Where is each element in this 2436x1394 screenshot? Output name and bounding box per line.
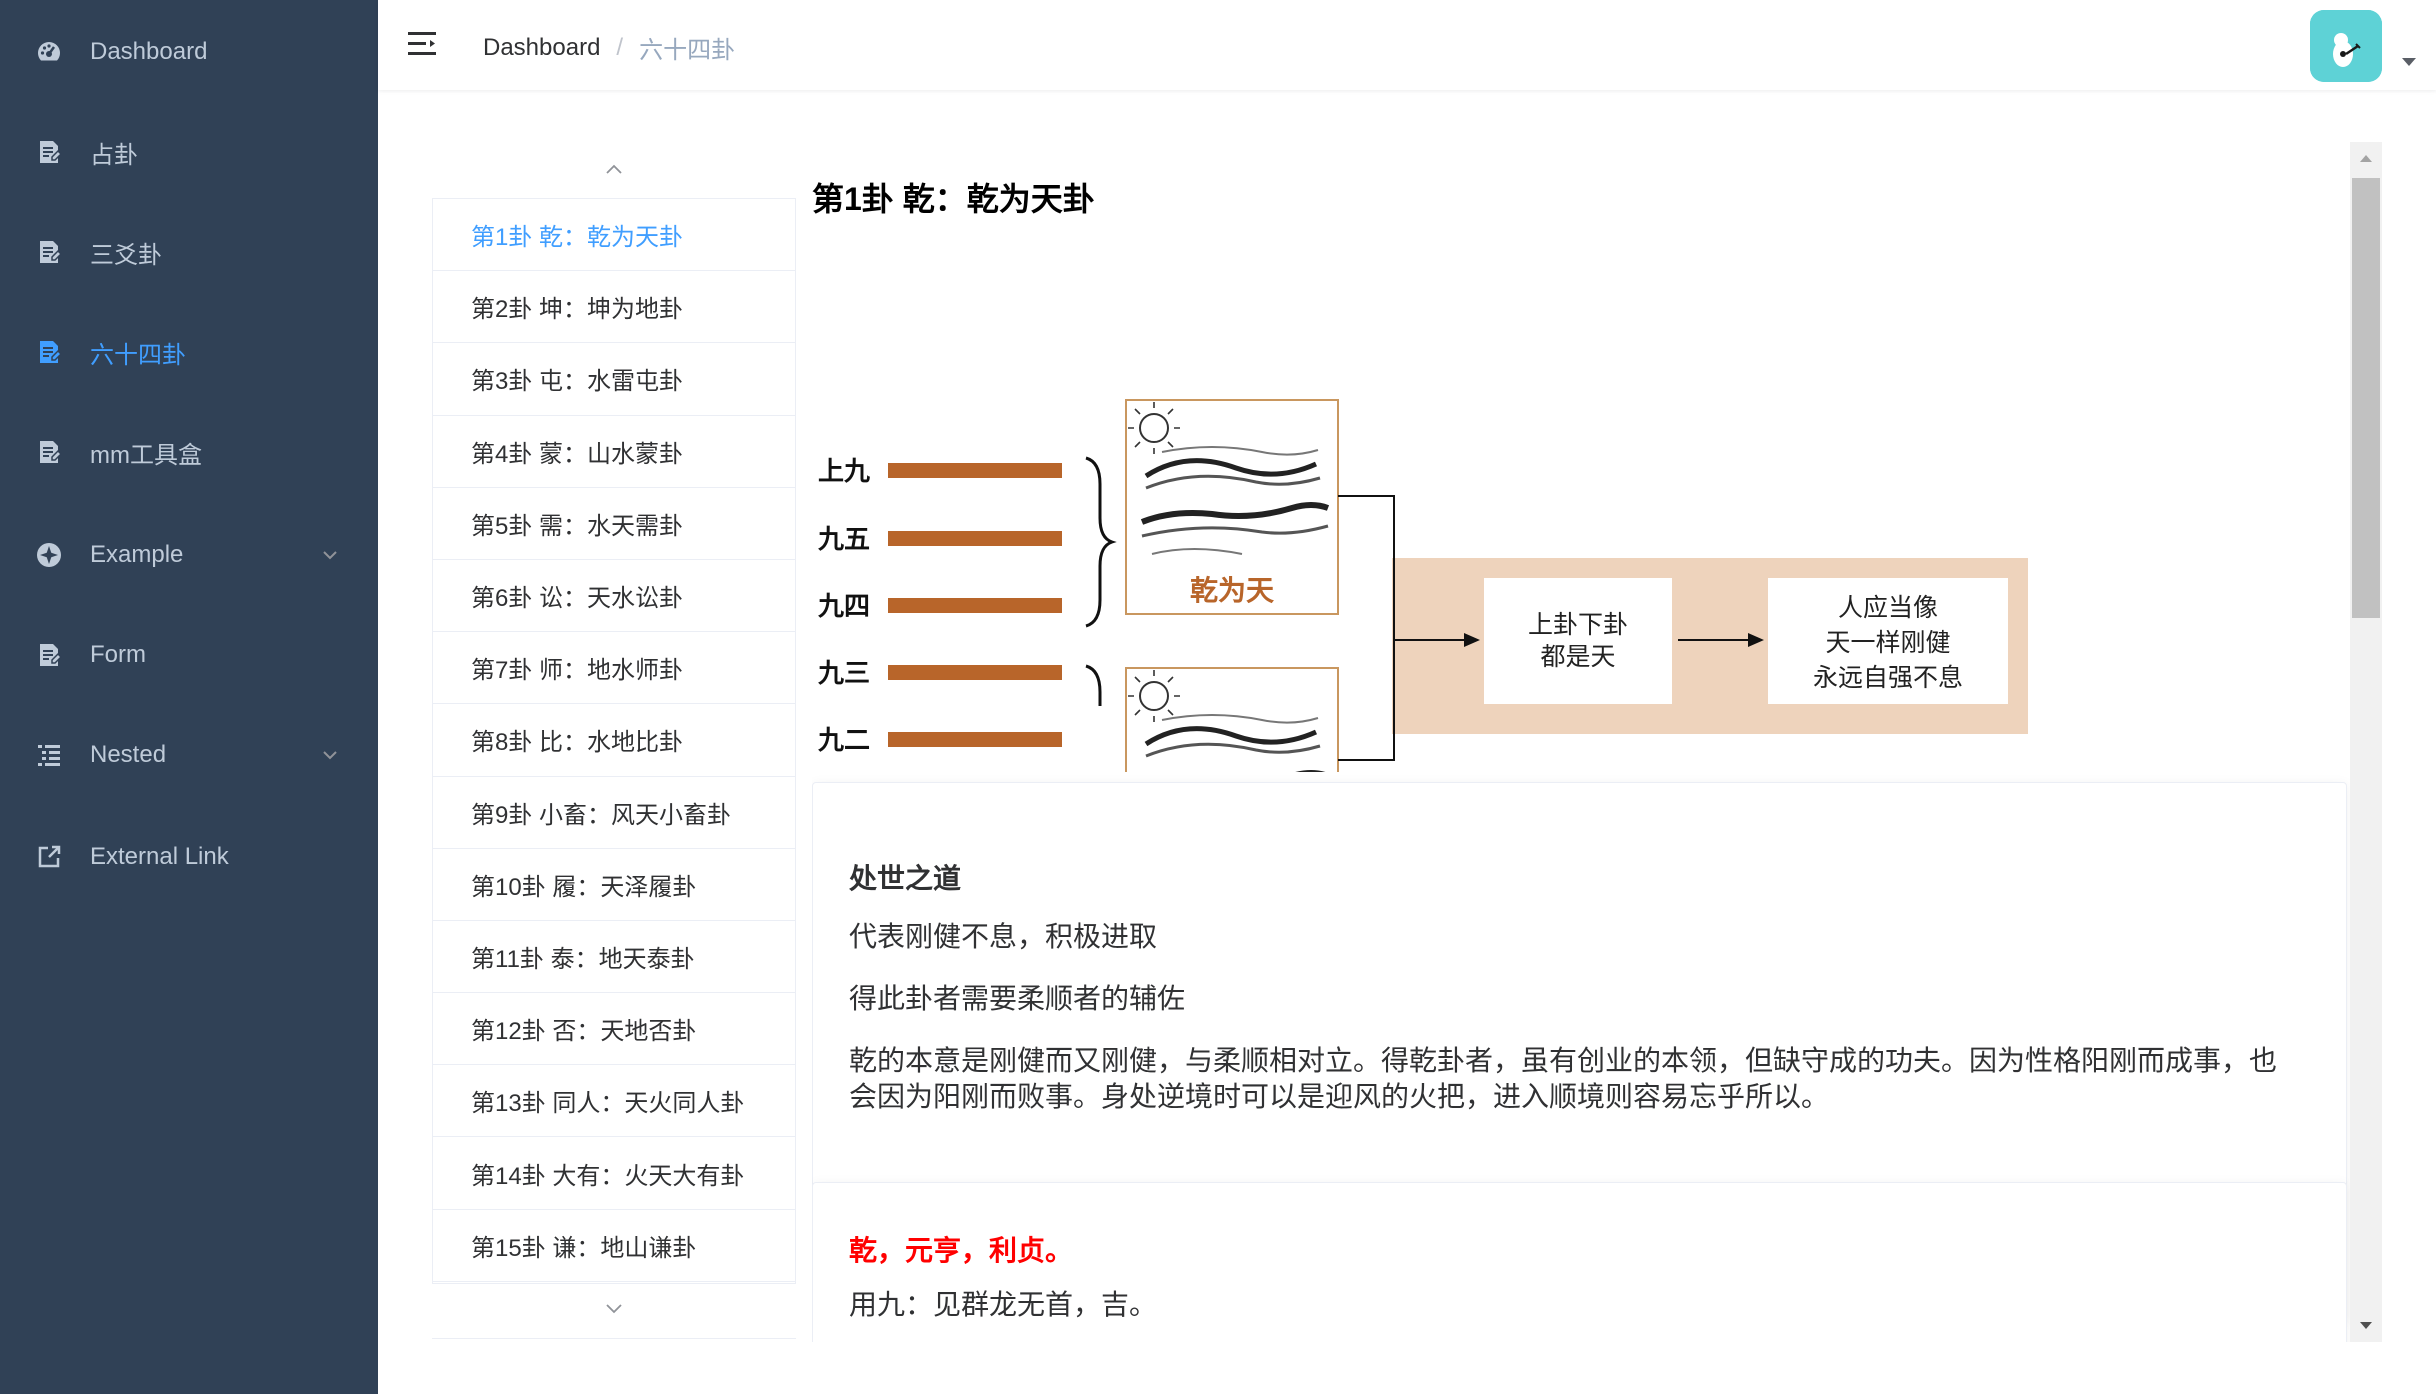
card-paragraph: 得此卦者需要柔顺者的辅佐 <box>849 983 1186 1014</box>
document-icon <box>34 437 64 467</box>
card-paragraph: 代表刚健不息，积极进取 <box>849 921 1158 952</box>
page-title: 第1卦 乾：乾为天卦 <box>812 181 1095 217</box>
card-paragraph: 用九：见群龙无首，吉。 <box>849 1289 1158 1320</box>
hexagram-list-item[interactable]: 第4卦 蒙：山水蒙卦 <box>433 416 795 488</box>
line-label: 上九 <box>818 456 870 486</box>
list-scroll-down-button[interactable] <box>432 1294 796 1324</box>
sidebar-item-liushisigua[interactable]: 六十四卦 <box>0 302 378 402</box>
sidebar-item-label: 三爻卦 <box>90 241 162 269</box>
hexagram-list-item[interactable]: 第1卦 乾：乾为天卦 <box>433 199 795 272</box>
sidebar-item-example[interactable]: Example <box>0 505 378 605</box>
judgment-heading: 乾，元亨，利贞。 <box>849 1235 1074 1266</box>
sidebar-item-label: mm工具盒 <box>90 441 202 469</box>
sidebar-item-external-link[interactable]: External Link <box>0 807 378 907</box>
chevron-down-icon <box>323 751 337 760</box>
sidebar-item-dashboard[interactable]: Dashboard <box>0 2 378 102</box>
moral-box-line: 永远自强不息 <box>1813 664 1963 692</box>
line-label: 九四 <box>817 591 870 621</box>
moral-box-line: 人应当像 <box>1838 594 1938 622</box>
hexagram-list: 第1卦 乾：乾为天卦 第2卦 坤：坤为地卦 第3卦 屯：水雷屯卦 第4卦 蒙：山水蒙卦… <box>432 198 796 1284</box>
connector <box>1338 495 1395 761</box>
breadcrumb-separator: / <box>616 33 624 61</box>
hexagram-diagram: 上九 九五 九四 九三 九二 乾为天 上卦下卦 都是天 人应当像 天一样刚健 永… <box>817 399 2028 772</box>
divider <box>432 1338 796 1339</box>
summary-box-line: 都是天 <box>1540 643 1615 671</box>
judgment-card: 乾，元亨，利贞。 用九：见群龙无首，吉。 <box>812 1182 2347 1342</box>
scroll-up-arrow-icon[interactable] <box>2350 142 2382 174</box>
hexagram-list-item[interactable]: 第11卦 泰：地天泰卦 <box>433 921 795 994</box>
document-icon <box>34 640 64 670</box>
sidebar-item-label: Dashboard <box>90 38 208 65</box>
breadcrumb: Dashboard / 六十四卦 <box>483 30 735 65</box>
caret-down-icon[interactable] <box>2402 58 2416 66</box>
scrollbar-thumb[interactable] <box>2352 178 2380 618</box>
sidebar-item-label: Nested <box>90 741 167 768</box>
breadcrumb-home-link[interactable]: Dashboard <box>483 34 600 62</box>
card-heading: 处世之道 <box>849 863 962 894</box>
sidebar-item-label: 占卦 <box>90 141 138 169</box>
content-scrollbar[interactable] <box>2350 142 2382 1342</box>
hexagram-list-item[interactable]: 第2卦 坤：坤为地卦 <box>433 271 795 344</box>
avatar[interactable] <box>2310 10 2382 82</box>
brace <box>1085 664 1102 706</box>
dashboard-icon <box>34 37 64 67</box>
chevron-down-icon <box>606 1304 622 1314</box>
external-link-icon <box>34 842 64 872</box>
list-scroll-up-button[interactable] <box>432 154 796 184</box>
line-label: 九五 <box>817 524 870 554</box>
example-icon <box>34 540 64 570</box>
hexagram-list-item[interactable]: 第10卦 履：天泽履卦 <box>433 849 795 921</box>
nested-list-icon <box>34 740 64 770</box>
document-icon <box>34 337 64 367</box>
hexagram-list-item[interactable]: 第5卦 需：水天需卦 <box>433 488 795 560</box>
hexagram-list-item[interactable]: 第14卦 大有：火天大有卦 <box>433 1137 795 1210</box>
line-label: 九二 <box>817 725 870 755</box>
yang-line <box>888 665 1062 680</box>
sidebar-item-zhangua[interactable]: 占卦 <box>0 102 378 202</box>
summary-box <box>1484 578 1672 704</box>
yang-line <box>888 598 1062 613</box>
chevron-down-icon <box>323 551 337 560</box>
brace <box>1085 456 1117 628</box>
hexagram-content: 第1卦 乾：乾为天卦 上九 九五 九四 九三 九二 乾为天 上卦下卦 都是天 人… <box>812 142 2352 1342</box>
sidebar-item-label: Example <box>90 541 184 568</box>
upper-trigram-image: 乾为天 <box>1125 399 1339 615</box>
hamburger-icon[interactable] <box>408 30 440 58</box>
summary-box-line: 上卦下卦 <box>1528 611 1628 639</box>
card-paragraph: 乾的本意是刚健而又刚健，与柔顺相对立。得乾卦者，虽有创业的本领，但缺守成的功夫。… <box>849 1045 2278 1112</box>
hexagram-list-item[interactable]: 第6卦 讼：天水讼卦 <box>433 560 795 633</box>
hexagram-list-item[interactable]: 第15卦 谦：地山谦卦 <box>433 1210 795 1282</box>
sidebar-item-sanyaogua[interactable]: 三爻卦 <box>0 202 378 302</box>
trigram-caption: 乾为天 <box>1190 575 1274 606</box>
sidebar-item-label: Form <box>90 641 146 668</box>
hexagram-list-item[interactable]: 第7卦 师：地水师卦 <box>433 632 795 705</box>
hexagram-list-item[interactable]: 第13卦 同人：天火同人卦 <box>433 1065 795 1138</box>
yang-line <box>888 531 1062 546</box>
hexagram-list-item[interactable]: 第9卦 小畜：风天小畜卦 <box>433 777 795 849</box>
line-label: 九三 <box>817 658 870 688</box>
lower-trigram-image <box>1125 667 1339 772</box>
hexagram-list-item[interactable]: 第12卦 否：天地否卦 <box>433 993 795 1066</box>
yang-line <box>888 732 1062 747</box>
sidebar-item-mm-toolbox[interactable]: mm工具盒 <box>0 402 378 502</box>
document-icon <box>34 237 64 267</box>
navbar: Dashboard / 六十四卦 <box>378 0 2436 90</box>
sidebar-item-label: 六十四卦 <box>90 341 186 369</box>
chevron-up-icon <box>606 164 622 174</box>
avatar-image <box>2310 10 2382 82</box>
sidebar-item-label: External Link <box>90 843 229 870</box>
document-icon <box>34 137 64 167</box>
scroll-down-arrow-icon[interactable] <box>2350 1310 2382 1342</box>
sidebar: Dashboard 占卦 三爻卦 六十四卦 mm工具盒 Example Form… <box>0 0 378 1394</box>
yang-line <box>888 463 1062 478</box>
breadcrumb-current: 六十四卦 <box>639 37 736 64</box>
sidebar-item-nested[interactable]: Nested <box>0 705 378 805</box>
hexagram-list-item[interactable]: 第3卦 屯：水雷屯卦 <box>433 343 795 416</box>
sidebar-item-form[interactable]: Form <box>0 605 378 705</box>
hexagram-list-panel: 第1卦 乾：乾为天卦 第2卦 坤：坤为地卦 第3卦 屯：水雷屯卦 第4卦 蒙：山水蒙卦… <box>432 142 796 1340</box>
hexagram-list-item[interactable]: 第8卦 比：水地比卦 <box>433 704 795 777</box>
moral-box-line: 天一样刚健 <box>1825 629 1950 657</box>
